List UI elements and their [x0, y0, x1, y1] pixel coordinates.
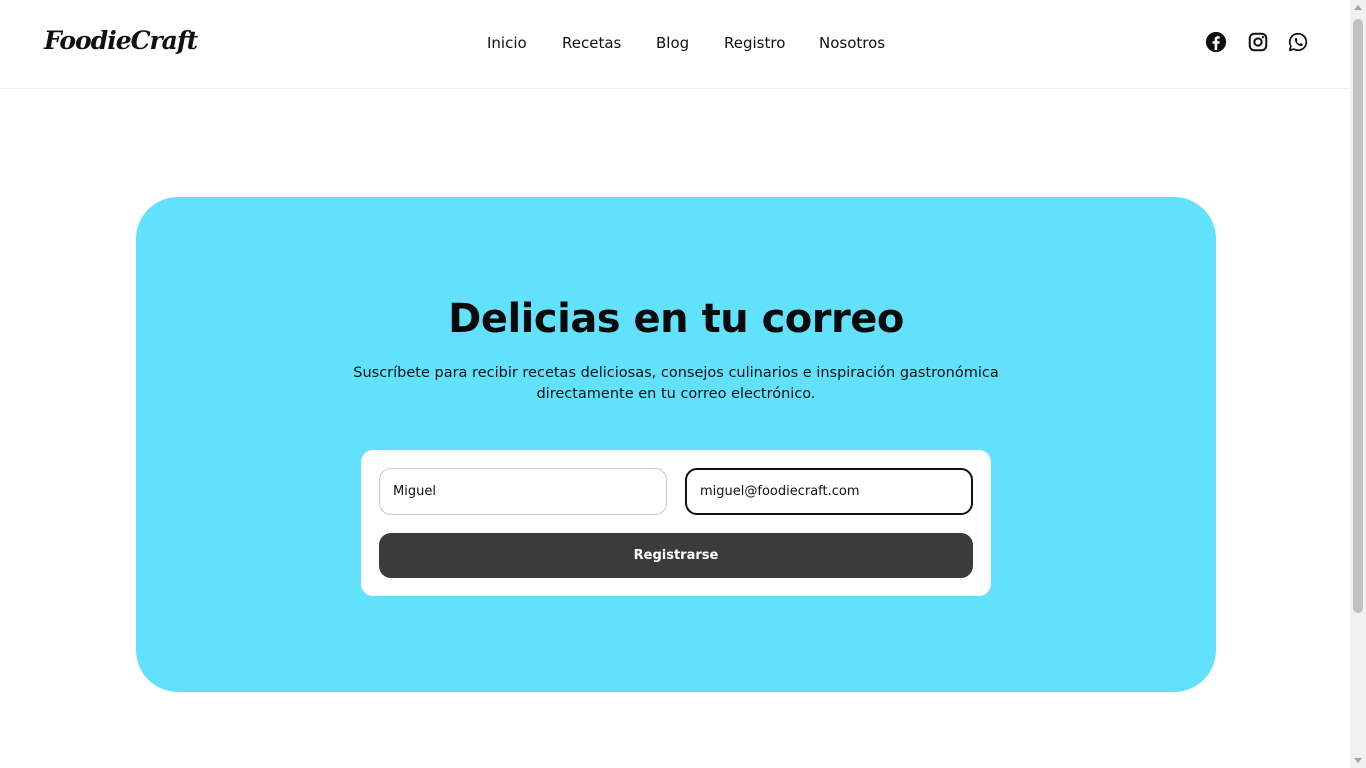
newsletter-title: Delicias en tu correo: [448, 296, 904, 342]
nav-link-nosotros[interactable]: Nosotros: [819, 34, 885, 52]
subscribe-form: Miguel miguel@foodiecraft.com Registrars…: [361, 450, 991, 596]
facebook-icon[interactable]: [1205, 31, 1227, 53]
name-input[interactable]: Miguel: [379, 468, 667, 515]
register-button[interactable]: Registrarse: [379, 533, 973, 578]
scrollbar-thumb[interactable]: [1353, 19, 1363, 613]
scroll-down-arrow-icon[interactable]: [1354, 758, 1362, 763]
newsletter-subtitle: Suscríbete para recibir recetas delicios…: [336, 363, 1016, 405]
email-input[interactable]: miguel@foodiecraft.com: [685, 468, 973, 515]
nav-link-blog[interactable]: Blog: [656, 34, 689, 52]
nav-link-registro[interactable]: Registro: [724, 34, 785, 52]
nav-link-inicio[interactable]: Inicio: [487, 34, 527, 52]
newsletter-subtitle-line-1: Suscríbete para recibir recetas delicios…: [353, 365, 999, 381]
newsletter-card: Delicias en tu correo Suscríbete para re…: [136, 197, 1216, 692]
main-nav: Inicio Recetas Blog Registro Nosotros: [0, 34, 1350, 56]
instagram-icon[interactable]: [1247, 31, 1269, 53]
scroll-up-arrow-icon[interactable]: [1354, 5, 1362, 10]
newsletter-subtitle-line-2: directamente en tu correo electrónico.: [536, 386, 816, 402]
nav-link-recetas[interactable]: Recetas: [562, 34, 621, 52]
scrollbar[interactable]: [1350, 0, 1366, 768]
page: FoodieCraft Inicio Recetas Blog Registro…: [0, 0, 1366, 768]
whatsapp-icon[interactable]: [1287, 31, 1309, 53]
site-header: FoodieCraft Inicio Recetas Blog Registro…: [0, 0, 1350, 89]
